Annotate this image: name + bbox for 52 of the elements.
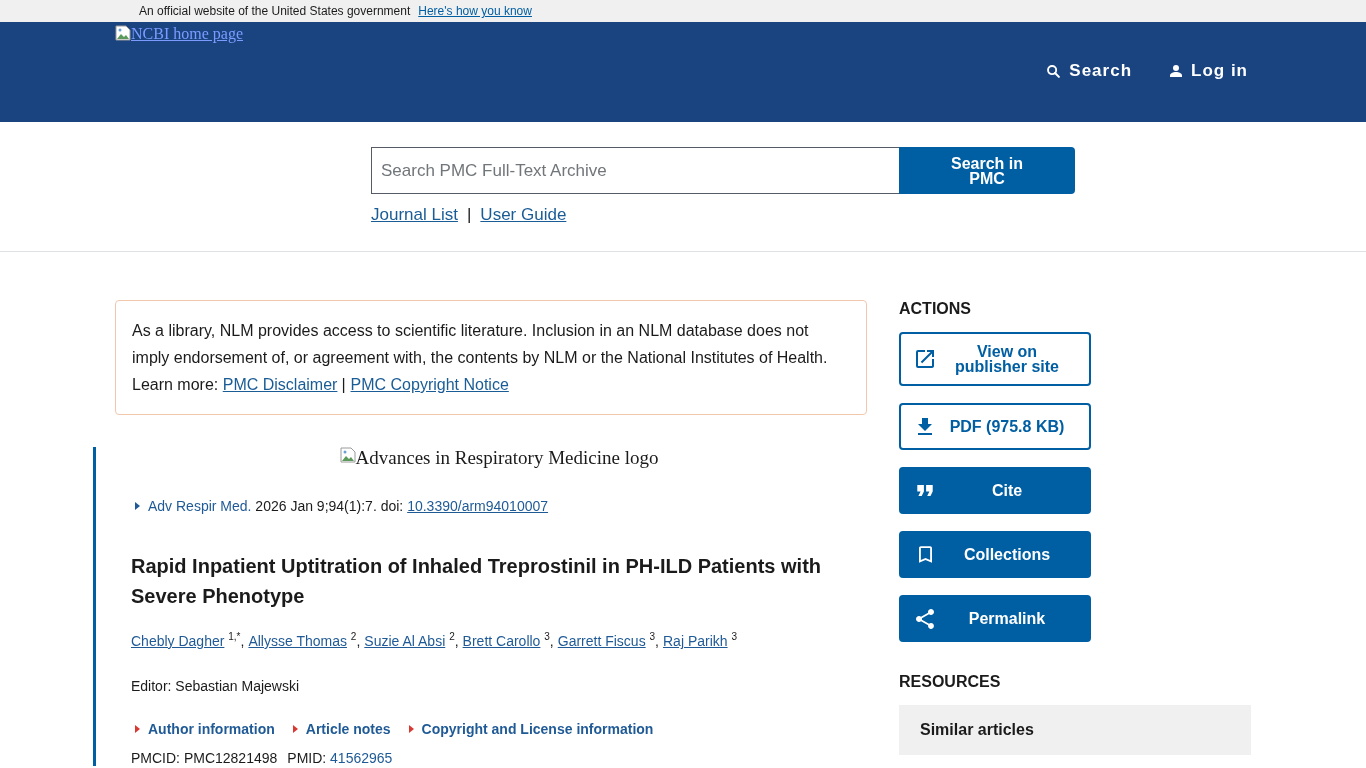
doi-link[interactable]: 10.3390/arm94010007 [407, 498, 549, 514]
link-separator: | [466, 205, 472, 225]
share-icon [916, 608, 934, 629]
section-toggle[interactable]: Author information [131, 719, 275, 739]
author-link[interactable]: Garrett Fiscus [557, 633, 646, 649]
caret-icon [135, 725, 140, 733]
notice-text: As a library, NLM provides access to scientific literature. Inclusion in an NLM database does not imply endorsement of, or agreement with, the contents by NLM or the National Institutes of Health. Learn more: PMC Disclaimer | PMC Copyright Notice [132, 321, 829, 395]
action-button[interactable]: PDF (975.8 KB) [899, 403, 1091, 450]
search-field[interactable]: Search PMC Full-Text Archive [371, 147, 899, 194]
article-title: Rapid Inpatient Uptitration of Inhaled Treprostinil in PH-ILD Patients with Severe Phenotype [131, 554, 822, 609]
author-list: Chebly Dagher $^{1,*}$, Allysse Thomas $^{2}$, Suzie Al Absi $^{2}$, Brett Carollo $^{3}$, Garrett Fiscus $^{3}$, Raj Parikh $^{3}$ [131, 631, 867, 651]
resource-toggle[interactable]: Similar articles [899, 705, 1251, 755]
quote-icon [917, 485, 933, 496]
home-link[interactable]: NCBI home page [115, 25, 243, 43]
help-link[interactable]: Journal List [371, 205, 458, 225]
section-toggle[interactable]: Copyright and License information [404, 719, 654, 739]
caret-icon[interactable] [135, 502, 140, 510]
header-nav-button[interactable]: Log in [1170, 59, 1248, 83]
action-button[interactable]: View on publisher site [899, 332, 1091, 386]
citation-text: Adv Respir Med. 2026 Jan 9;94(1):7. doi: 10.3390/arm94010007 [148, 497, 549, 516]
author-link[interactable]: Allysse Thomas [248, 633, 347, 649]
external-link-icon [916, 350, 934, 368]
broken-image-icon [339, 447, 356, 463]
article-ids: PMCID: PMC12821498 PMID: 41562965 [131, 751, 394, 766]
journal-logo-alt-text: Advances in Respiratory Medicine logo [355, 447, 659, 469]
bookmark-icon [918, 546, 932, 563]
notice-link[interactable]: PMC Disclaimer [222, 376, 338, 393]
action-button[interactable]: Permalink [899, 595, 1091, 642]
notice-link[interactable]: PMC Copyright Notice [350, 376, 509, 393]
search-button[interactable]: Search in PMC [899, 147, 1075, 194]
journal-link[interactable]: Adv Respir Med. [148, 498, 252, 514]
header-nav-button[interactable]: Search [1047, 59, 1132, 83]
pmid-link[interactable]: 41562965 [330, 750, 393, 766]
author-link[interactable]: Suzie Al Absi [364, 633, 446, 649]
gov-banner-text: An official website of the United States government [139, 4, 411, 18]
caret-icon [408, 725, 414, 733]
actions-heading: ACTIONS [899, 300, 972, 318]
broken-image-icon [115, 25, 131, 41]
user-icon [1170, 65, 1182, 77]
section-toggle[interactable]: Article notes [288, 719, 391, 739]
editor-text: Editor: Sebastian Majewski [131, 677, 301, 696]
author-link[interactable]: Brett Carollo [462, 633, 541, 649]
author-link[interactable]: Raj Parikh [663, 633, 728, 649]
action-button[interactable]: Cite [899, 467, 1091, 514]
how-you-know-link[interactable]: Here's how you know [418, 4, 532, 18]
download-icon [918, 418, 932, 435]
search-icon [1047, 64, 1061, 78]
help-link[interactable]: User Guide [480, 205, 567, 225]
caret-icon [292, 725, 298, 733]
author-link[interactable]: Chebly Dagher [131, 633, 225, 649]
action-button[interactable]: Collections [899, 531, 1091, 578]
resources-heading: RESOURCES [899, 673, 1002, 691]
